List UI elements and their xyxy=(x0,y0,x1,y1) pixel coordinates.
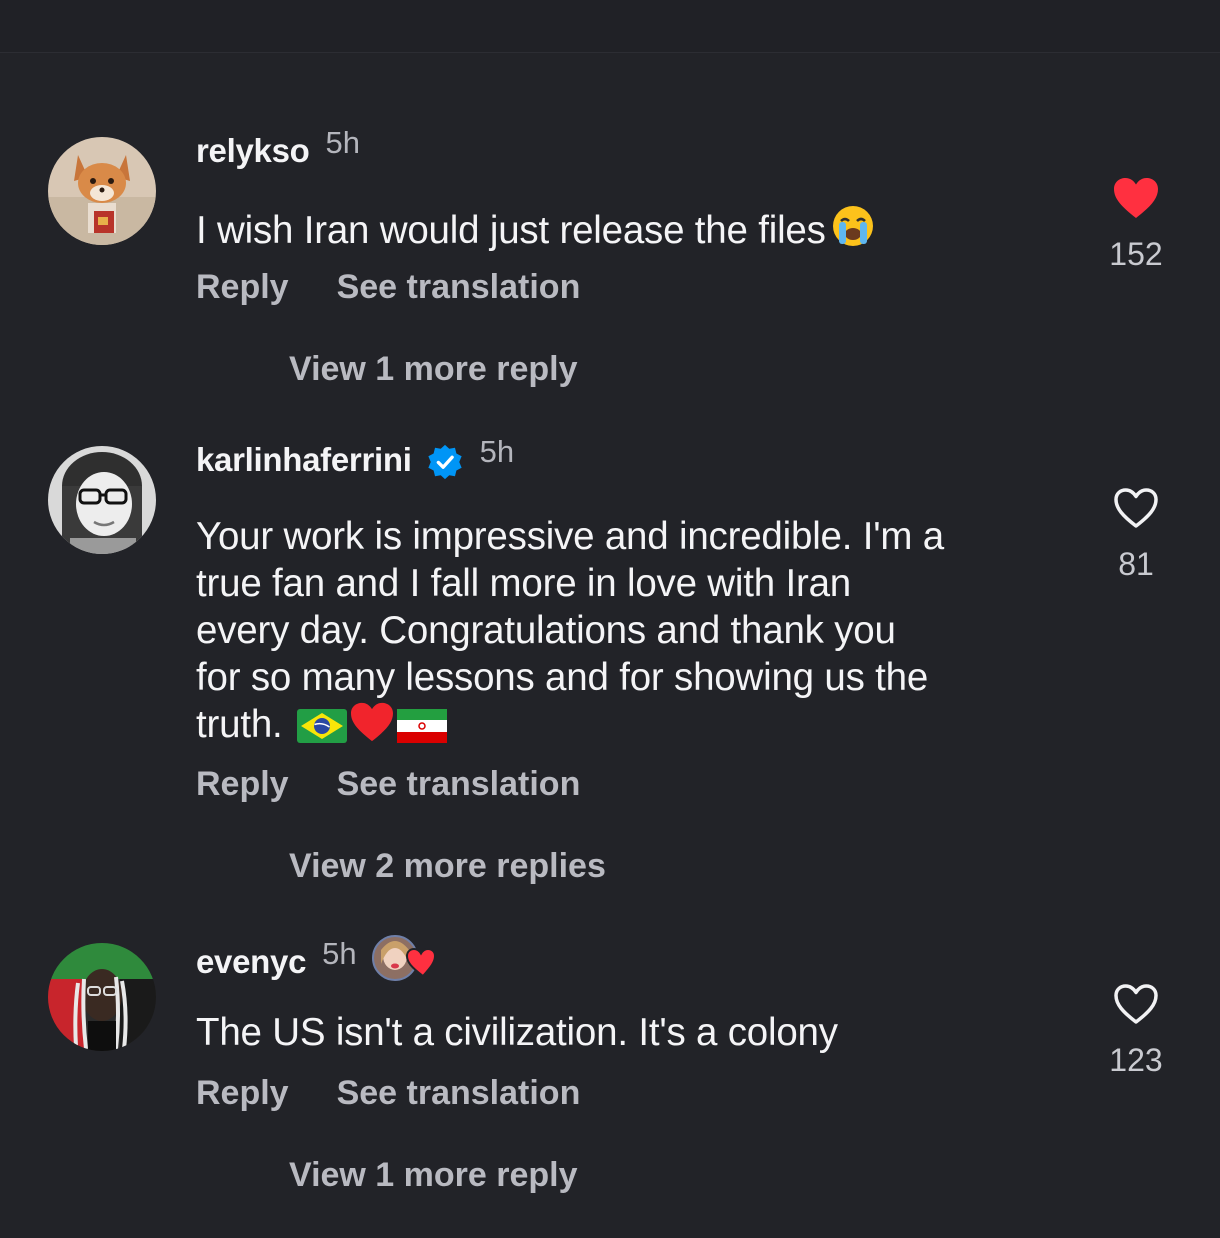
top-bar xyxy=(0,0,1220,53)
iran-flag-icon xyxy=(397,707,448,754)
comment-text-line: truth. xyxy=(196,701,1076,754)
comment-text-line: every day. Congratulations and thank you xyxy=(196,609,896,652)
avatar[interactable] xyxy=(48,137,156,245)
like-section: 123 xyxy=(1086,982,1186,1079)
avatar[interactable] xyxy=(48,446,156,554)
see-translation-button[interactable]: See translation xyxy=(337,1074,581,1113)
view-replies-button[interactable]: View 2 more replies xyxy=(289,847,606,886)
reply-button[interactable]: Reply xyxy=(196,268,289,307)
loudly-crying-face-icon xyxy=(830,203,876,260)
avatar[interactable] xyxy=(48,943,156,1051)
like-section: 152 xyxy=(1086,176,1186,273)
like-count: 152 xyxy=(1109,236,1163,272)
username[interactable]: evenyc xyxy=(196,943,306,981)
reply-button[interactable]: Reply xyxy=(196,1074,289,1113)
like-section: 81 xyxy=(1086,486,1186,583)
red-heart-icon xyxy=(349,701,395,754)
view-replies-button[interactable]: View 1 more reply xyxy=(289,350,578,389)
timestamp: 5h xyxy=(479,434,515,469)
comment-text-line: for so many lessons and for showing us t… xyxy=(196,656,929,699)
heart-outline-icon[interactable] xyxy=(1112,486,1160,530)
creator-liked-icon xyxy=(371,935,436,981)
comment-text: The US isn't a civilization. It's a colo… xyxy=(196,1011,838,1054)
reply-button[interactable]: Reply xyxy=(196,765,289,804)
like-count: 123 xyxy=(1109,1042,1163,1078)
comment-text: I wish Iran would just release the files xyxy=(196,203,1076,260)
username[interactable]: karlinhaferrini xyxy=(196,441,412,479)
timestamp: 5h xyxy=(325,125,360,160)
comment-text-line: true fan and I fall more in love with Ir… xyxy=(196,562,851,605)
see-translation-button[interactable]: See translation xyxy=(337,765,581,804)
heart-outline-icon[interactable] xyxy=(1112,982,1160,1026)
comment-text-line: Your work is impressive and incredible. … xyxy=(196,515,944,558)
view-replies-button[interactable]: View 1 more reply xyxy=(289,1156,578,1195)
username[interactable]: relykso xyxy=(196,132,310,170)
heart-filled-icon[interactable] xyxy=(1112,176,1160,220)
see-translation-button[interactable]: See translation xyxy=(337,268,581,307)
brazil-flag-icon xyxy=(297,707,348,754)
verified-badge-icon xyxy=(427,444,462,480)
timestamp: 5h xyxy=(322,936,357,971)
like-count: 81 xyxy=(1118,546,1154,582)
comment-text: Your work is impressive and incredible. … xyxy=(196,513,1076,754)
